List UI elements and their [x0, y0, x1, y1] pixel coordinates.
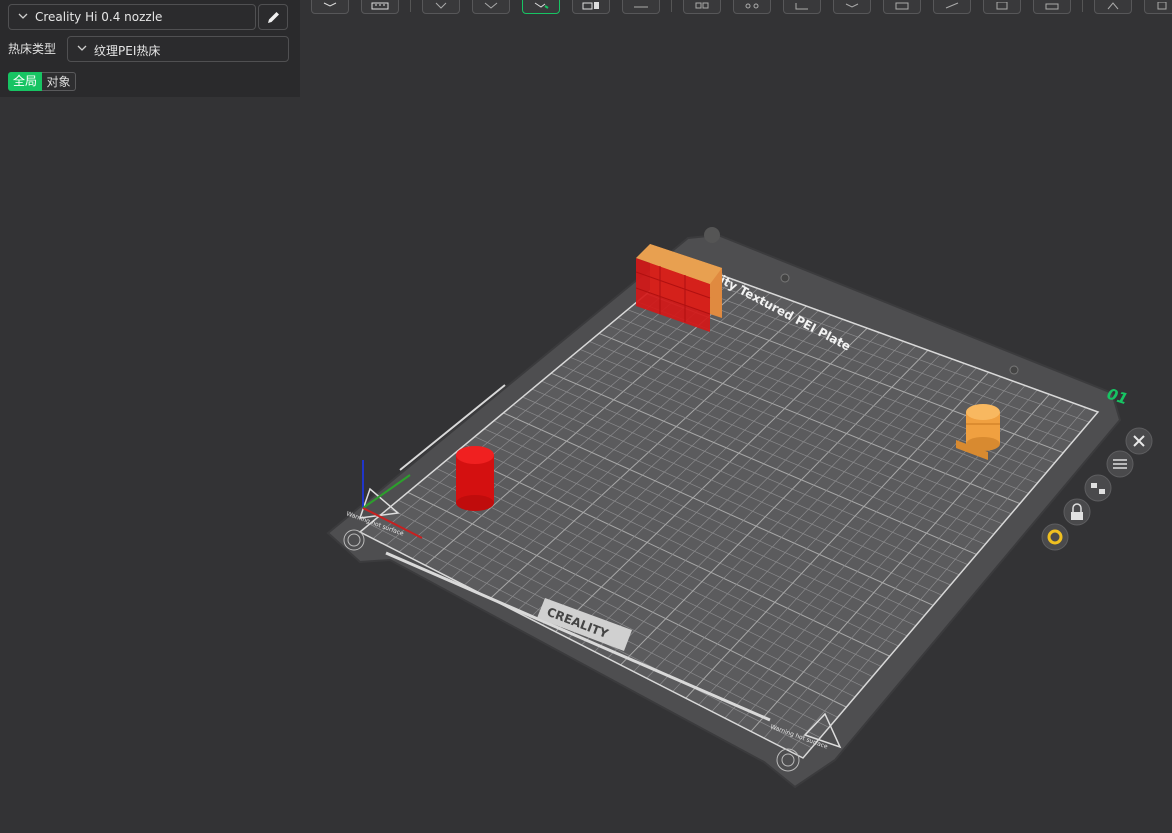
- more-icon: [1107, 2, 1119, 10]
- boolean-icon: [845, 3, 859, 8]
- scale-icon: [895, 2, 909, 10]
- build-plate[interactable]: [326, 233, 1122, 789]
- cut-button[interactable]: [683, 0, 721, 14]
- orient-icon: [435, 2, 447, 9]
- support-paint-button[interactable]: [622, 0, 660, 14]
- 3d-viewport[interactable]: Creality Textured PEI Plate CREALITY War…: [0, 97, 1172, 833]
- assembly-icon: [1045, 3, 1059, 10]
- plate-corner-marker: [704, 227, 720, 243]
- arrange-plate-button[interactable]: [1084, 474, 1112, 502]
- settings-panel: Creality Hi 0.4 nozzle 热床类型 纹理PEI热床 全局 对…: [0, 0, 300, 97]
- plate-pin: [1009, 365, 1019, 375]
- printer-name: Creality Hi 0.4 nozzle: [35, 10, 163, 24]
- add-object-button[interactable]: [311, 0, 349, 14]
- toolbar-separator: [1082, 0, 1083, 12]
- seam-icon: [945, 2, 959, 9]
- lay-on-face-button[interactable]: [472, 0, 510, 14]
- hollow-button[interactable]: [733, 0, 771, 14]
- bed-type-label: 热床类型: [8, 42, 57, 56]
- chevron-down-icon: [77, 45, 87, 51]
- lay-face-icon: [484, 2, 498, 9]
- scene-canvas[interactable]: Creality Textured PEI Plate CREALITY War…: [0, 97, 1172, 833]
- bed-type-select[interactable]: 纹理PEI热床: [67, 36, 289, 62]
- assembly-button[interactable]: [1033, 0, 1071, 14]
- toolbar-separator: [410, 0, 411, 12]
- split-button[interactable]: [572, 0, 610, 14]
- arrange-icon: [534, 2, 549, 9]
- square-icon: [1157, 2, 1167, 10]
- plate-pin: [780, 273, 790, 283]
- hollow-icon: [745, 3, 759, 9]
- text-icon: [996, 2, 1008, 10]
- lock-icon: [1071, 512, 1083, 520]
- close-plate-button[interactable]: [1125, 427, 1153, 455]
- cut-icon: [695, 2, 709, 9]
- chevron-down-icon: [18, 13, 28, 19]
- measure-icon: [795, 3, 808, 10]
- keyboard-icon: [371, 2, 389, 10]
- cube-icon: [323, 2, 337, 7]
- orient-button[interactable]: [422, 0, 460, 14]
- split-icon: [582, 2, 599, 10]
- measure-button[interactable]: [783, 0, 821, 14]
- plate-gear-button[interactable]: [1041, 523, 1069, 551]
- support-icon: [634, 6, 648, 8]
- overflow-button[interactable]: [1144, 0, 1172, 14]
- pencil-icon: [268, 12, 279, 23]
- boolean-button[interactable]: [833, 0, 871, 14]
- seam-paint-button[interactable]: [933, 0, 971, 14]
- more-button[interactable]: [1094, 0, 1132, 14]
- edit-printer-button[interactable]: [258, 4, 288, 30]
- object-red-cylinder[interactable]: [456, 446, 494, 511]
- grid-layout-button[interactable]: [361, 0, 399, 14]
- scale-button[interactable]: [883, 0, 921, 14]
- lock-plate-button[interactable]: [1063, 498, 1091, 526]
- plate-settings-button[interactable]: [1106, 450, 1134, 478]
- tab-object[interactable]: 对象: [42, 72, 76, 91]
- arrange-icon: [1091, 483, 1097, 488]
- bed-type-value: 纹理PEI热床: [94, 44, 161, 58]
- printer-select[interactable]: Creality Hi 0.4 nozzle: [8, 4, 256, 30]
- tab-global[interactable]: 全局: [8, 72, 42, 91]
- auto-arrange-button[interactable]: [522, 0, 560, 14]
- text-emboss-button[interactable]: [983, 0, 1021, 14]
- toolbar-separator: [671, 0, 672, 12]
